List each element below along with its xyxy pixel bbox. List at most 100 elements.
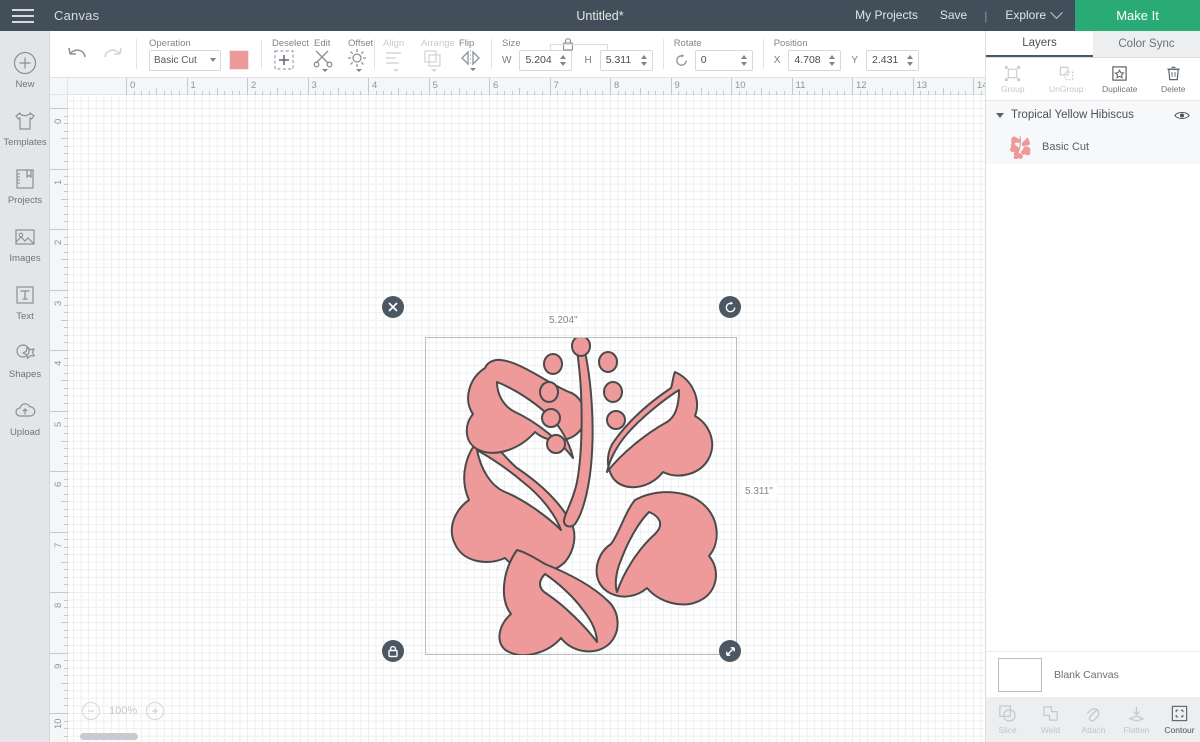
collapse-triangle-icon[interactable] <box>996 112 1004 118</box>
attach-button[interactable]: Attach <box>1072 704 1115 735</box>
align-button[interactable] <box>383 47 405 72</box>
sidebar-item-new[interactable]: New <box>0 41 50 99</box>
sidebar-item-upload[interactable]: Upload <box>0 389 50 447</box>
make-it-button[interactable]: Make It <box>1075 0 1200 31</box>
right-panel: Layers Color Sync Group UnGroup Duplicat… <box>985 31 1200 742</box>
layer-group-name: Tropical Yellow Hibiscus <box>1011 109 1134 121</box>
ruler-major-tick <box>307 78 309 95</box>
layer-list-item[interactable]: Basic Cut <box>986 129 1200 164</box>
ruler-minor-tick <box>61 198 68 200</box>
sidebar-item-images[interactable]: Images <box>0 215 50 273</box>
sidebar-label-text: Text <box>16 311 34 322</box>
height-prefix: H <box>584 54 592 66</box>
group-icon <box>1005 65 1021 81</box>
rotate-stepper[interactable] <box>738 50 750 71</box>
ruler-minor-tick <box>216 88 218 95</box>
width-stepper[interactable] <box>557 50 569 71</box>
hibiscus-flower-shape[interactable] <box>425 338 738 655</box>
deselect-label: Deselect <box>272 38 309 49</box>
ruler-minor-tick <box>337 88 339 95</box>
redo-arrow-icon[interactable] <box>102 46 124 64</box>
horizontal-scrollbar[interactable] <box>80 733 138 740</box>
sidebar-item-shapes[interactable]: Shapes <box>0 331 50 389</box>
chevron-down-icon <box>355 69 362 72</box>
ruler-major-tick <box>731 78 732 95</box>
ruler-major-tick <box>791 78 793 95</box>
contour-button[interactable]: Contour <box>1158 704 1200 735</box>
ruler-major-tick <box>50 289 68 291</box>
arrange-button[interactable] <box>421 47 443 72</box>
ruler-minor-tick <box>761 88 763 95</box>
ruler-number: 9 <box>53 663 64 669</box>
slice-button[interactable]: Slice <box>986 704 1029 735</box>
height-dimension-label: 5.311" <box>741 485 777 498</box>
attach-label: Attach <box>1081 725 1106 735</box>
shapes-icon <box>16 344 35 360</box>
text-icon <box>16 286 34 304</box>
ruler-major-tick <box>186 78 188 95</box>
operation-color-swatch[interactable] <box>229 50 249 70</box>
delete-selection-handle[interactable] <box>382 296 404 318</box>
vertical-ruler: 0 1 2 3 4 5 6 7 8 9 10 <box>50 95 68 742</box>
size-link-bracket <box>550 44 608 50</box>
delete-button[interactable]: Delete <box>1147 65 1200 94</box>
lock-aspect-handle[interactable] <box>382 640 404 662</box>
ruler-major-tick <box>50 471 68 472</box>
tab-layers[interactable]: Layers <box>986 31 1093 57</box>
hamburger-menu-icon[interactable] <box>0 0 46 31</box>
height-stepper[interactable] <box>638 50 650 71</box>
deselect-button[interactable] <box>272 48 296 72</box>
offset-button[interactable] <box>346 47 368 72</box>
canvas-mat-swatch[interactable] <box>998 657 1042 692</box>
flip-button[interactable] <box>459 48 483 71</box>
save-button[interactable]: Save <box>929 0 978 31</box>
scissors-icon <box>313 50 333 68</box>
layer-group-header[interactable]: Tropical Yellow Hibiscus <box>986 101 1200 129</box>
sidebar-item-templates[interactable]: Templates <box>0 99 50 157</box>
canvas-grid[interactable]: 5.204" 5.311" <box>68 95 985 742</box>
sidebar-item-text[interactable]: Text <box>0 273 50 331</box>
ruler-number: 1 <box>190 80 196 91</box>
tab-color-sync[interactable]: Color Sync <box>1093 31 1200 57</box>
ruler-number: 1 <box>53 179 64 185</box>
rotate-input[interactable]: 0 <box>694 49 753 71</box>
resize-selection-handle[interactable] <box>719 640 741 662</box>
group-button[interactable]: Group <box>986 65 1040 94</box>
duplicate-button[interactable]: Duplicate <box>1093 65 1147 94</box>
width-value: 5.204 <box>525 54 552 66</box>
undo-arrow-icon[interactable] <box>66 46 88 64</box>
eye-icon[interactable] <box>1174 110 1190 121</box>
ruler-number: 0 <box>130 80 136 91</box>
rotate-icon[interactable] <box>674 53 689 68</box>
chevron-down-icon <box>430 69 437 72</box>
y-input[interactable]: 2.431 <box>866 49 920 71</box>
sidebar-item-projects[interactable]: Projects <box>0 157 50 215</box>
machine-selector[interactable]: Explore <box>993 0 1075 31</box>
resize-diagonal-icon <box>725 646 735 656</box>
weld-button[interactable]: Weld <box>1029 704 1072 735</box>
ungroup-button[interactable]: UnGroup <box>1040 65 1094 94</box>
ruler-minor-tick <box>398 88 400 95</box>
rotate-selection-handle[interactable] <box>719 296 741 318</box>
height-input[interactable]: 5.311 <box>599 49 653 71</box>
undo-redo-group <box>50 31 136 78</box>
y-stepper[interactable] <box>904 50 916 71</box>
flatten-button[interactable]: Flatten <box>1115 704 1158 735</box>
ruler-major-tick <box>50 108 68 109</box>
rotate-value: 0 <box>700 54 707 66</box>
flip-label: Flip <box>459 38 475 49</box>
x-stepper[interactable] <box>826 50 838 71</box>
ruler-minor-tick <box>700 88 702 95</box>
my-projects-link[interactable]: My Projects <box>844 0 929 31</box>
zoom-out-button[interactable]: − <box>82 702 100 720</box>
plus-circle-icon <box>13 51 37 75</box>
zoom-in-button[interactable]: + <box>146 702 165 720</box>
x-input[interactable]: 4.708 <box>788 49 842 71</box>
design-canvas-area[interactable]: 0123456789101112131415 012345678910 <box>50 78 985 742</box>
width-input[interactable]: 5.204 <box>519 49 573 71</box>
ungroup-icon <box>1059 66 1073 80</box>
canvas-mat-row[interactable]: Blank Canvas <box>986 651 1200 697</box>
edit-button[interactable] <box>312 47 334 72</box>
layer-actions-bar: Group UnGroup Duplicate Delete <box>986 58 1200 101</box>
operation-select[interactable]: Basic Cut <box>149 49 221 71</box>
